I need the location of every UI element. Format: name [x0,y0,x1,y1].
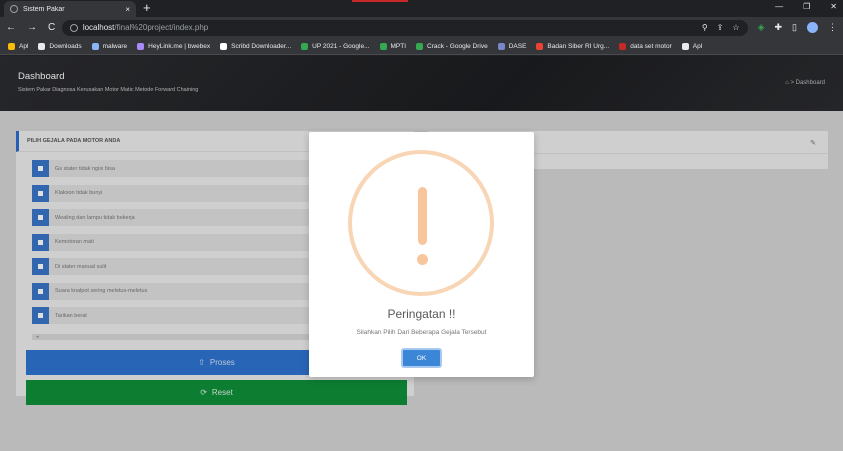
bookmark-label: HeyLink.me | bwebex [148,42,211,50]
bookmark-label: Apl [19,42,29,50]
modal-message: Silahkan Pilih Dari Beberapa Gejala Ters… [356,329,487,336]
bookmark-item[interactable]: Scribd Downloader... [220,42,292,50]
bookmark-favicon-icon [681,42,689,50]
bookmark-item[interactable]: Apl [681,42,703,50]
menu-kebab-icon[interactable]: ⋮ [828,22,837,33]
puzzle-extension-icon[interactable]: ✚ [775,22,783,33]
bookmark-favicon-icon [38,42,46,50]
globe-icon [10,5,18,13]
ok-button[interactable]: OK [401,348,442,368]
restore-icon[interactable]: ❐ [803,2,810,11]
url-path: /final%20project/index.php [114,23,209,32]
bookmark-label: data set motor [630,42,672,50]
extension-area: ◈ ✚ ▯ ⋮ [758,22,837,33]
bookmark-item[interactable]: Downloads [38,42,82,50]
minimize-icon[interactable]: — [775,2,783,11]
back-icon[interactable]: ← [6,22,16,33]
sidepanel-icon[interactable]: ▯ [792,22,797,33]
tab-strip-accent [352,0,408,2]
reload-icon[interactable]: C [48,22,55,33]
share-icon[interactable]: ⇪ [717,23,724,32]
bookmark-favicon-icon [619,42,627,50]
forward-icon[interactable]: → [27,22,37,33]
bookmark-label: Badan Siber RI Urg... [547,42,610,50]
nav-buttons: ← → C [6,22,58,33]
tab-sistem-pakar[interactable]: Sistem Pakar × [4,1,136,17]
bookmark-favicon-icon [301,42,309,50]
exclamation-dot [417,254,428,265]
bookmark-item[interactable]: Crack - Google Drive [416,42,488,50]
close-window-icon[interactable]: ✕ [830,2,837,11]
bookmark-label: Crack - Google Drive [427,42,488,50]
browser-toolbar: ← → C localhost/final%20project/index.ph… [0,17,843,38]
bookmark-item[interactable]: DASE [497,42,527,50]
bookmark-favicon-icon [137,42,145,50]
bookmark-item[interactable]: Badan Siber RI Urg... [536,42,610,50]
bookmark-star-icon[interactable]: ☆ [732,23,739,32]
bookmark-item[interactable]: MPTI [379,42,407,50]
shield-extension-icon[interactable]: ◈ [758,22,765,33]
bookmark-item[interactable]: malware [91,42,128,50]
bookmarks-bar: Apl Downloads malware HeyLink.me | bwebex Sc… [0,38,843,55]
profile-avatar[interactable] [807,22,818,33]
warning-modal: Peringatan !! Silahkan Pilih Dari Bebera… [309,132,534,377]
new-tab-button[interactable]: + [143,1,151,15]
bookmark-favicon-icon [497,42,505,50]
modal-title: Peringatan !! [387,307,456,321]
bookmark-item[interactable]: Apl [8,42,29,50]
close-tab-icon[interactable]: × [125,5,130,14]
bookmark-favicon-icon [416,42,424,50]
bookmark-favicon-icon [8,42,15,50]
bookmark-favicon-icon [91,42,99,50]
browser-tabbar: Sistem Pakar × + — ❐ ✕ [0,0,843,17]
zoom-icon[interactable]: ⚲ [702,23,708,32]
window-controls: — ❐ ✕ [775,2,837,11]
bookmark-label: MPTI [390,42,407,50]
url-text[interactable]: localhost/final%20project/index.php [83,23,208,32]
site-info-icon[interactable] [69,23,78,32]
bookmark-label: Apl [692,42,703,50]
exclamation-bar [418,187,427,245]
bookmark-label: UP 2021 - Google... [312,42,370,50]
bookmark-item[interactable]: data set motor [619,42,672,50]
omnibox-actions: ⚲ ⇪ ☆ [702,23,740,32]
bookmark-label: DASE [508,42,527,50]
bookmark-item[interactable]: HeyLink.me | bwebex [137,42,211,50]
bookmark-label: Downloads [49,42,82,50]
url-host: localhost [82,23,115,32]
bookmark-favicon-icon [220,42,228,50]
address-bar[interactable]: localhost/final%20project/index.php ⚲ ⇪ … [61,19,748,36]
bookmark-favicon-icon [536,42,544,50]
bookmark-item[interactable]: UP 2021 - Google... [301,42,370,50]
bookmark-favicon-icon [379,42,387,50]
bookmark-label: Scribd Downloader... [231,42,292,50]
tab-title: Sistem Pakar [23,5,65,13]
bookmark-label: malware [102,42,128,50]
